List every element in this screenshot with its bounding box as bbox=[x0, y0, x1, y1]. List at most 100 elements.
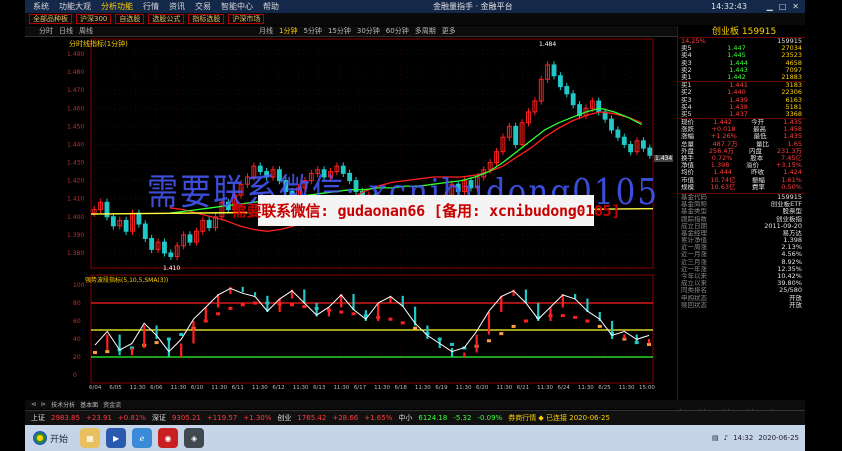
volume-icon[interactable]: ♪ bbox=[724, 434, 728, 442]
indicator-d-step bbox=[339, 310, 344, 314]
tab-5min[interactable]: 5分钟 bbox=[303, 26, 321, 36]
stat-row-cell: 1.65 bbox=[787, 140, 802, 148]
tool-app-icon[interactable]: ◈ bbox=[184, 428, 205, 448]
price-tick-label: 1.460 bbox=[67, 105, 84, 112]
stat-row-cell: +0.018 bbox=[711, 126, 736, 134]
time-tick-label: 6/25 bbox=[598, 385, 611, 391]
menu-item-smart-center[interactable]: 智能中心 bbox=[221, 1, 253, 12]
media-player-icon[interactable]: ▶ bbox=[106, 428, 127, 448]
indicator-d-step bbox=[228, 306, 233, 310]
menu-item-help[interactable]: 帮助 bbox=[263, 1, 279, 12]
start-button[interactable]: 开始 bbox=[27, 427, 74, 449]
tab-30min[interactable]: 30分钟 bbox=[357, 26, 380, 36]
indicator-d-step bbox=[585, 319, 590, 323]
quote-header: 创业板 159915 bbox=[678, 26, 805, 38]
app-title: 金融量指手 · 金融平台 bbox=[433, 2, 513, 11]
tab-timeshare[interactable]: 分时 bbox=[39, 26, 53, 36]
indicator-d-step bbox=[573, 315, 578, 319]
fund-info-row-cell: 成立以来 bbox=[681, 280, 707, 288]
menu-item-news[interactable]: 资讯 bbox=[169, 1, 185, 12]
scroll-tab-capital-flow[interactable]: 资金流 bbox=[103, 400, 121, 409]
menu-item-quotes[interactable]: 行情 bbox=[143, 1, 159, 12]
indicator-tick-label: 100 bbox=[73, 282, 85, 289]
fund-info-row-cell: 近一月涨 bbox=[681, 251, 707, 259]
status-index-label[interactable]: 中小 bbox=[398, 413, 412, 423]
explorer-icon[interactable]: ▦ bbox=[80, 428, 101, 448]
windows-logo-icon bbox=[33, 431, 47, 445]
stat-row-cell: 10.63亿 bbox=[710, 183, 736, 191]
bid-row-cell: 买3 bbox=[681, 96, 692, 104]
stat-row: 外盘 256.4万 内盘 231.3万 bbox=[678, 148, 805, 155]
status-index-change: +28.66 bbox=[332, 414, 359, 422]
tab-1min[interactable]: 1分钟 bbox=[279, 26, 297, 36]
menu-item-system[interactable]: 系统 bbox=[33, 1, 49, 12]
tab-15min[interactable]: 15分钟 bbox=[328, 26, 351, 36]
trading-app-icon[interactable]: ◉ bbox=[158, 428, 179, 448]
fund-info-row-cell: 25/580 bbox=[779, 287, 802, 295]
window-controls: ▁ □ ✕ bbox=[767, 2, 799, 11]
close-icon[interactable]: ✕ bbox=[792, 2, 799, 11]
ask-row-cell: 卖3 bbox=[681, 59, 692, 67]
time-tick-label: 11:30 bbox=[293, 385, 309, 391]
price-tick-label: 1.420 bbox=[67, 178, 84, 185]
time-tick-label: 11:30 bbox=[211, 385, 227, 391]
stat-row-cell: +3.15% bbox=[775, 162, 802, 170]
tab-weekly[interactable]: 周线 bbox=[79, 26, 93, 36]
toolbar-button-hs300[interactable]: 沪深300 bbox=[76, 14, 112, 24]
ask-row-cell: 21883 bbox=[781, 73, 802, 81]
status-index-label[interactable]: 上证 bbox=[31, 413, 45, 423]
time-tick-label: 6/21 bbox=[517, 385, 529, 391]
ask-row-cell: 卖1 bbox=[681, 73, 692, 81]
menu-item-analysis[interactable]: 分析功能 bbox=[101, 1, 133, 12]
indicator-d-step bbox=[216, 312, 221, 316]
status-index-label[interactable]: 深证 bbox=[152, 413, 166, 423]
maximize-icon[interactable]: □ bbox=[779, 2, 787, 11]
fund-info-row-cell: 近一周涨 bbox=[681, 244, 707, 252]
scroll-left-icon[interactable]: ⊲ bbox=[31, 401, 36, 408]
scroll-tab-fundamental[interactable]: 基本面 bbox=[80, 400, 98, 409]
toolbar-button-indicator-screen[interactable]: 指标选股 bbox=[188, 14, 225, 24]
menu-item-trade[interactable]: 交易 bbox=[195, 1, 211, 12]
menu-item-functions[interactable]: 功能大观 bbox=[59, 1, 91, 12]
candle-body bbox=[206, 219, 212, 229]
tab-60min[interactable]: 60分钟 bbox=[386, 26, 409, 36]
toolbar-button-all-products[interactable]: 全部品种板 bbox=[29, 14, 72, 24]
candle-body bbox=[162, 241, 167, 254]
browser-icon[interactable]: ℯ bbox=[132, 428, 153, 448]
time-tick-label: 6/18 bbox=[395, 385, 408, 391]
toolbar: 全部品种板 沪深300 自选股 选股公式 指标选股 沪深市场 bbox=[25, 13, 805, 25]
tab-multi-period[interactable]: 多周期 bbox=[415, 26, 436, 36]
ask-row-cell: 23523 bbox=[781, 52, 802, 60]
quote-subheader: 14.25% 159915 bbox=[678, 38, 805, 45]
tab-daily[interactable]: 日线 bbox=[59, 26, 73, 36]
network-icon[interactable]: ▤ bbox=[712, 434, 719, 442]
candle-body bbox=[168, 252, 174, 258]
indicator-tick-label: 20 bbox=[73, 354, 81, 361]
scroll-right-icon[interactable]: ⊳ bbox=[41, 401, 46, 408]
bid-book: 买1 1.441 3183 买2 1.440 22306 买3 1.439 6163 买4 1.43… bbox=[678, 81, 805, 118]
indicator-d-step bbox=[450, 342, 455, 346]
quote-sub-code: 159915 bbox=[777, 38, 802, 45]
indicator-d-step bbox=[560, 314, 565, 318]
scroll-tab-technical[interactable]: 技术分析 bbox=[51, 400, 75, 409]
status-index-label[interactable]: 创业 bbox=[277, 413, 291, 423]
indicator-d-step bbox=[240, 303, 245, 307]
toolbar-button-market[interactable]: 沪深市场 bbox=[228, 14, 265, 24]
minimize-icon[interactable]: ▁ bbox=[767, 2, 773, 11]
tab-more[interactable]: 更多 bbox=[442, 26, 456, 36]
status-message: 券商行情 ◆ 已连接 2020-06-25 bbox=[508, 414, 610, 422]
tab-monthly[interactable]: 月线 bbox=[259, 26, 273, 36]
fund-info-row: 基金类型 股票型 bbox=[678, 208, 805, 215]
time-tick-label: 11:30 bbox=[252, 385, 268, 391]
ask-book: 卖5 1.447 27034 卖4 1.445 23523 卖3 1.444 4658 卖2 1.4… bbox=[678, 45, 805, 81]
fund-info-row: 基金经理 易方达 bbox=[678, 230, 805, 237]
bid-row-cell: 1.439 bbox=[729, 96, 748, 104]
toolbar-button-watchlist[interactable]: 自选股 bbox=[115, 14, 145, 24]
candle-body bbox=[647, 147, 653, 156]
candle-body bbox=[641, 140, 646, 149]
bid-row-cell: 22306 bbox=[781, 89, 802, 97]
bid-row-cell: 1.440 bbox=[727, 89, 746, 97]
toolbar-button-formula[interactable]: 选股公式 bbox=[148, 14, 185, 24]
price-tick-label: 1.390 bbox=[67, 232, 84, 239]
indicator-d-step bbox=[486, 339, 491, 343]
